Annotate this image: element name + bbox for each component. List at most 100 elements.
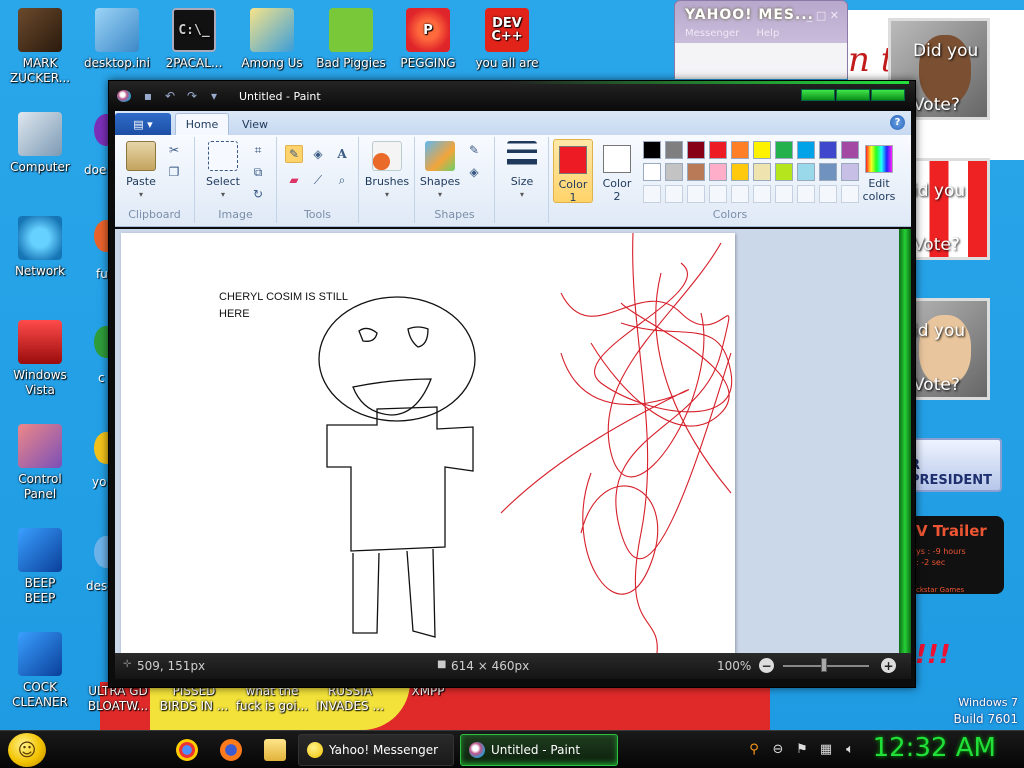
color-swatch[interactable]	[819, 163, 837, 181]
color-swatch[interactable]	[797, 163, 815, 181]
outline-icon[interactable]: ✎	[465, 141, 483, 159]
vote-question: Vote?	[913, 235, 960, 255]
taskbar-item-yahoo-messenger[interactable]: Yahoo! Messenger	[298, 734, 454, 766]
brushes-button[interactable]: Brushes ▾	[361, 141, 413, 201]
color-swatch[interactable]	[731, 185, 749, 203]
color-swatch[interactable]	[731, 141, 749, 159]
shapes-button[interactable]: Shapes ▾	[419, 141, 461, 201]
color-swatch[interactable]	[643, 141, 661, 159]
color-swatch[interactable]	[731, 163, 749, 181]
action-center-flag-icon[interactable]: ⚑	[794, 741, 810, 757]
search-icon[interactable]: ⚲	[746, 741, 762, 757]
maximize-button[interactable]	[836, 89, 870, 101]
color-swatch[interactable]	[775, 163, 793, 181]
network-icon[interactable]: ▦	[818, 741, 834, 757]
color-swatch[interactable]	[753, 141, 771, 159]
drawing-canvas[interactable]: CHERYL COSIM IS STILL HERE	[121, 233, 735, 653]
color-swatch[interactable]	[687, 185, 705, 203]
canvas-area[interactable]: CHERYL COSIM IS STILL HERE	[115, 229, 899, 653]
rotate-icon[interactable]: ↻	[249, 185, 267, 203]
color-swatch[interactable]	[797, 185, 815, 203]
folder-icon[interactable]	[264, 739, 286, 761]
desktop-icon-control-panel[interactable]: Control Panel	[0, 424, 80, 502]
zoom-in-button[interactable]: +	[881, 658, 896, 673]
zoom-out-button[interactable]: −	[759, 658, 774, 673]
color-swatch[interactable]	[819, 141, 837, 159]
color-swatch[interactable]	[687, 141, 705, 159]
select-button[interactable]: Select ▾	[201, 141, 245, 201]
zoom-slider-thumb[interactable]	[821, 658, 827, 672]
chrome-icon[interactable]	[176, 739, 198, 761]
eraser-icon[interactable]: ▰	[285, 171, 303, 189]
color-swatch[interactable]	[819, 185, 837, 203]
color-swatch[interactable]	[709, 163, 727, 181]
taskbar-clock[interactable]: 12:32 AM	[873, 733, 996, 763]
crop-icon[interactable]: ⌗	[249, 141, 267, 159]
volume-icon[interactable]: 🔈︎	[842, 741, 858, 757]
color-swatch[interactable]	[709, 185, 727, 203]
color-swatch[interactable]	[665, 185, 683, 203]
color-swatch[interactable]	[753, 185, 771, 203]
color-swatch[interactable]	[753, 163, 771, 181]
yahoo-messenger-window[interactable]: YAHOO! MES... _ □ ✕ Messenger Help	[674, 0, 848, 79]
save-icon[interactable]: ▪	[139, 87, 157, 104]
vertical-scrollbar[interactable]	[899, 229, 911, 653]
minus-circle-icon[interactable]: ⊖	[770, 741, 786, 757]
desktop-icon-2pacal[interactable]: C:\_ 2PACAL...	[154, 8, 234, 71]
color-swatch[interactable]	[775, 141, 793, 159]
color-swatch[interactable]	[665, 141, 683, 159]
taskbar-item-paint[interactable]: Untitled - Paint	[460, 734, 618, 766]
desktop-icon-bad-piggies[interactable]: Bad Piggies	[311, 8, 391, 71]
color-swatch[interactable]	[775, 185, 793, 203]
color-swatch[interactable]	[643, 163, 661, 181]
color2-button[interactable]: Color 2	[597, 139, 637, 203]
text-tool-icon[interactable]: A	[333, 145, 351, 163]
size-button[interactable]: Size ▾	[499, 141, 545, 201]
edit-colors-button[interactable]: Edit colors	[855, 139, 903, 203]
system-tray: ⚲ ⊖ ⚑ ▦ 🔈︎	[746, 741, 858, 757]
desktop-icon-cock-cleaner[interactable]: COCK CLEANER	[0, 632, 80, 710]
resize-icon[interactable]: ⧉	[249, 163, 267, 181]
paste-button[interactable]: Paste ▾	[121, 141, 161, 201]
desktop-icon-desktop-ini[interactable]: desktop.ini	[77, 8, 157, 71]
trailer-ad[interactable]: V Trailer ys : -9 hours : -2 sec ckstar …	[908, 516, 1004, 594]
paint-palette-icon[interactable]	[117, 90, 131, 102]
copy-icon[interactable]: ❐	[165, 163, 183, 181]
undo-icon[interactable]: ↶	[161, 87, 179, 104]
firefox-icon[interactable]	[220, 739, 242, 761]
fill-shape-icon[interactable]: ◈	[465, 163, 483, 181]
tab-view[interactable]: View	[233, 113, 277, 135]
color-swatch[interactable]	[687, 163, 705, 181]
menu-item-help[interactable]: Help	[757, 28, 780, 39]
desktop-icon-mark-zucker[interactable]: MARK ZUCKER...	[0, 8, 80, 86]
desktop-icon-pegging[interactable]: P PEGGING	[388, 8, 468, 71]
customize-dropdown-icon[interactable]: ▾	[205, 87, 223, 104]
close-button[interactable]	[871, 89, 905, 101]
desktop-icon-among-us[interactable]: Among Us	[232, 8, 312, 71]
desktop-icon-recycle-bin[interactable]: Windows Vista	[0, 320, 80, 398]
magnifier-icon[interactable]: ⌕	[333, 171, 351, 189]
color1-button[interactable]: Color 1	[553, 139, 593, 204]
minimize-button[interactable]	[801, 89, 835, 101]
desktop-icon-network[interactable]: Network	[0, 216, 80, 279]
color-swatch[interactable]	[709, 141, 727, 159]
color-swatch[interactable]	[643, 185, 661, 203]
fill-icon[interactable]: ◈	[309, 145, 327, 163]
desktop-icon-computer[interactable]: Computer	[0, 112, 80, 175]
tab-home[interactable]: Home	[175, 113, 229, 135]
paint-window[interactable]: ▪ ↶ ↷ ▾ Untitled - Paint ▤ ▾ Home View ?…	[108, 80, 916, 688]
cut-icon[interactable]: ✂	[165, 141, 183, 159]
desktop-icon-you-all-are[interactable]: DEV C++ you all are	[467, 8, 547, 71]
menu-item-messenger[interactable]: Messenger	[685, 28, 739, 39]
help-icon[interactable]: ?	[890, 115, 905, 130]
paint-menu-button[interactable]: ▤ ▾	[115, 113, 171, 135]
redo-icon[interactable]: ↷	[183, 87, 201, 104]
desktop-icon-beep-beep[interactable]: BEEP BEEP	[0, 528, 80, 606]
title-bar[interactable]: ▪ ↶ ↷ ▾ Untitled - Paint	[109, 81, 915, 111]
pencil-icon[interactable]: ✎	[285, 145, 303, 163]
color-swatch[interactable]	[797, 141, 815, 159]
color-swatch[interactable]	[665, 163, 683, 181]
window-controls[interactable]: _ □ ✕	[807, 9, 839, 22]
start-button[interactable]: ☺	[8, 733, 46, 767]
color-picker-icon[interactable]: ⟋	[309, 171, 327, 189]
